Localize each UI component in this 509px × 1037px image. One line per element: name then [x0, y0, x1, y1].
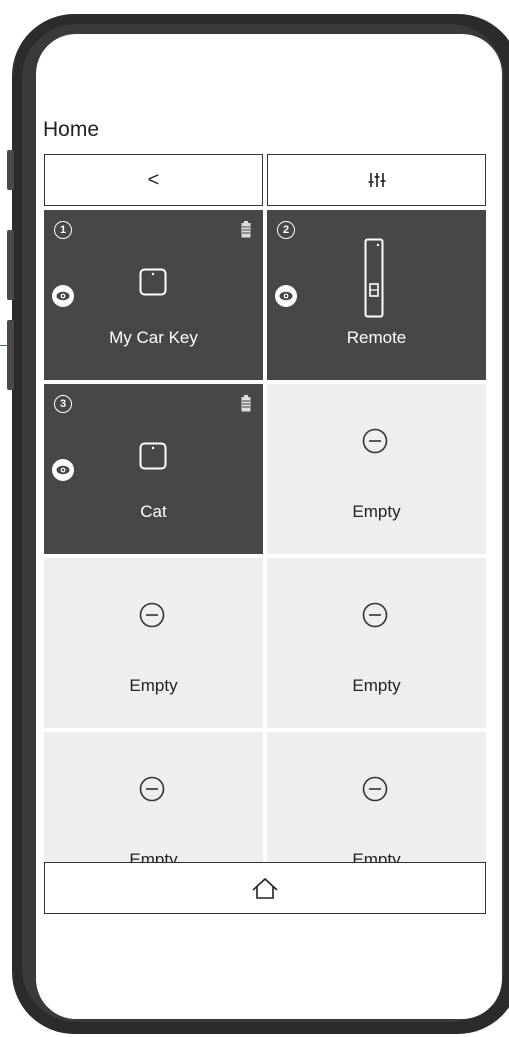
settings-button[interactable] — [267, 154, 486, 206]
visibility-eye-icon[interactable] — [52, 285, 74, 307]
minus-circle-icon — [139, 602, 165, 628]
tag-device-icon — [139, 442, 167, 470]
tile-label: Empty — [129, 676, 178, 695]
empty-slot-tile[interactable]: Empty — [267, 732, 486, 863]
visibility-eye-icon[interactable] — [52, 459, 74, 481]
home-icon — [252, 877, 278, 899]
battery-icon — [241, 221, 251, 238]
battery-icon — [241, 395, 251, 412]
minus-circle-icon — [139, 776, 165, 802]
device-tile-2[interactable]: 2 Remote — [267, 210, 486, 380]
back-label: < — [147, 168, 160, 191]
tile-label: Empty — [352, 676, 401, 695]
device-grid: 1 My Car Key 2 Remote 3 Cat Empty Empty … — [44, 210, 486, 863]
remote-device-icon — [364, 238, 384, 318]
tile-label: Empty — [352, 502, 401, 521]
volume-up-button — [7, 230, 14, 300]
phone-screen: Home < 1 My Car Key 2 Remote 3 Cat Empty… — [36, 34, 502, 1019]
volume-down-button — [7, 320, 14, 390]
home-button[interactable] — [44, 862, 486, 914]
tile-label: Remote — [346, 328, 407, 347]
tag-device-icon — [139, 268, 167, 296]
visibility-eye-icon[interactable] — [275, 285, 297, 307]
device-tile-3[interactable]: 3 Cat — [44, 384, 263, 554]
back-button[interactable]: < — [44, 154, 263, 206]
tile-label: My Car Key — [109, 328, 198, 347]
tile-label: Cat — [140, 502, 167, 521]
minus-circle-icon — [362, 428, 388, 454]
minus-circle-icon — [362, 602, 388, 628]
minus-circle-icon — [362, 776, 388, 802]
tile-number-badge: 2 — [277, 221, 295, 239]
tile-number-badge: 1 — [54, 221, 72, 239]
empty-slot-tile[interactable]: Empty — [44, 732, 263, 863]
page-title: Home — [43, 118, 100, 141]
sliders-icon — [368, 173, 385, 187]
empty-slot-tile[interactable]: Empty — [267, 558, 486, 728]
tile-number-badge: 3 — [54, 395, 72, 413]
side-button — [7, 150, 14, 190]
empty-slot-tile[interactable]: Empty — [267, 384, 486, 554]
empty-slot-tile[interactable]: Empty — [44, 558, 263, 728]
device-tile-1[interactable]: 1 My Car Key — [44, 210, 263, 380]
